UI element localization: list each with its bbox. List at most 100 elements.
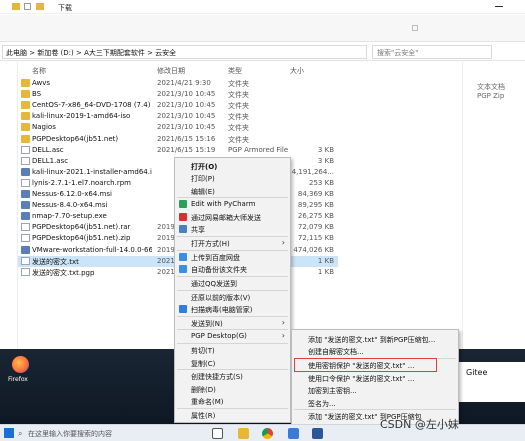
- file-size: 4,191,264...: [291, 167, 334, 176]
- menu-item-icon: [179, 225, 187, 233]
- search-placeholder: 搜索"云安全": [377, 49, 419, 57]
- file-row[interactable]: Awvs 2021/4/21 9:30 文件夹: [18, 78, 338, 89]
- menu-item-label: Edit with PyCharm: [191, 200, 256, 209]
- context-menu-item[interactable]: 编辑(E): [175, 185, 290, 197]
- start-icon[interactable]: [4, 428, 14, 438]
- pgp-submenu-item[interactable]: 使用口令保护 "发送的密文.txt" ...: [292, 372, 458, 384]
- file-name: Nessus-6.12.0-x64.msi: [32, 190, 112, 198]
- address-bar[interactable]: 此电脑 > 新加卷 (D:) > A大三下期配套软件 > 云安全: [2, 45, 367, 59]
- installer-icon: [21, 190, 30, 198]
- context-menu-item[interactable]: 创建快捷方式(S): [175, 370, 290, 382]
- context-menu-item[interactable]: 扫描病毒(电脑管家): [175, 303, 290, 315]
- column-header: 名称 修改日期 类型 大小: [18, 64, 338, 76]
- file-row[interactable]: PGPDesktop64(jb51.net) 2021/6/15 15:16 文件夹: [18, 134, 338, 145]
- menu-item-icon: [179, 200, 187, 209]
- explorer-taskbar-icon[interactable]: [238, 428, 249, 439]
- search-magnifier-icon: ⌕: [18, 429, 23, 438]
- context-menu-item[interactable]: 复制(C): [175, 357, 290, 369]
- menu-item-label: 还原以前的版本(V): [191, 293, 251, 302]
- file-name: DELL1.asc: [32, 156, 69, 165]
- menu-item-icon: [179, 264, 187, 273]
- menu-item-label: 打印(P): [191, 175, 215, 184]
- column-name[interactable]: 名称: [32, 66, 46, 76]
- context-menu-item[interactable]: 打开方式(H) ›: [175, 237, 290, 249]
- folder-icon: [12, 3, 20, 10]
- minimize-icon[interactable]: [495, 6, 503, 7]
- column-size[interactable]: 大小: [290, 66, 304, 76]
- gitee-window-fragment: Gitee: [458, 362, 525, 402]
- quick-access-check-icon[interactable]: [24, 3, 31, 10]
- context-menu-item[interactable]: 还原以前的版本(V): [175, 291, 290, 303]
- file-size: 89,295 KB: [297, 201, 334, 210]
- app-taskbar-icon[interactable]: [288, 428, 299, 439]
- chrome-taskbar-icon[interactable]: [262, 428, 273, 439]
- preview-line-2: PGP Zip: [477, 92, 505, 100]
- context-menu-item[interactable]: 通过网易邮箱大师发送: [175, 211, 290, 223]
- file-size: 1 KB: [317, 256, 334, 265]
- file-type: 文件夹: [228, 102, 249, 111]
- folder-icon: [21, 112, 30, 121]
- file-icon: [21, 178, 30, 187]
- context-menu-item[interactable]: 属性(R): [175, 409, 290, 421]
- context-menu-item[interactable]: 共享: [175, 223, 290, 235]
- context-menu-item[interactable]: 重命名(M): [175, 395, 290, 407]
- file-icon: [21, 145, 30, 154]
- installer-icon: [21, 212, 30, 221]
- file-row[interactable]: BS 2021/3/10 10:45 文件夹: [18, 89, 338, 100]
- folder-icon: [21, 79, 30, 87]
- file-type: 文件夹: [228, 80, 249, 88]
- app2-taskbar-icon[interactable]: [312, 428, 323, 439]
- file-row[interactable]: kali-linux-2019-1-amd64-iso 2021/3/10 10:…: [18, 111, 338, 122]
- file-date: 2021/3/10 10:45: [157, 101, 216, 110]
- taskbar: ⌕ 在这里输入你要搜索的内容 CSDN @左小妹: [0, 418, 525, 441]
- pgp-submenu-item[interactable]: 创建自解密文档...: [292, 345, 458, 357]
- file-name: nmap-7.70-setup.exe: [32, 212, 107, 221]
- taskbar-search[interactable]: ⌕ 在这里输入你要搜索的内容: [18, 427, 188, 440]
- pgp-submenu-item[interactable]: 加密到主密钥...: [292, 384, 458, 396]
- context-menu-item[interactable]: 自动备份该文件夹: [175, 263, 290, 275]
- ribbon-toolbar: [0, 15, 525, 42]
- context-menu-item[interactable]: Edit with PyCharm: [175, 198, 290, 210]
- watermark: CSDN @左小妹: [380, 418, 459, 431]
- menu-item-label: 共享: [191, 226, 205, 234]
- title-bar: 下载: [0, 0, 525, 14]
- context-menu: 打开(O) 打印(P) 编辑(E) Edit with PyCharm 通过网易邮箱大师…: [174, 157, 291, 423]
- context-menu-item[interactable]: 发送到(N) ›: [175, 317, 290, 329]
- context-menu-item[interactable]: 删除(D): [175, 383, 290, 395]
- menu-item-label: 属性(R): [191, 411, 216, 420]
- context-menu-item[interactable]: 剪切(T): [175, 344, 290, 356]
- column-date[interactable]: 修改日期: [157, 66, 185, 76]
- file-row[interactable]: CentOS-7-x86_64-DVD-1708 (7.4) 2021/3/10 …: [18, 100, 338, 111]
- pgp-submenu-item[interactable]: 添加 "发送的密文.txt" 到新PGP压缩包...: [292, 333, 458, 345]
- preview-line-1: 文本文档: [477, 83, 505, 91]
- task-view-icon[interactable]: [212, 428, 223, 439]
- file-name: Nessus-8.4.0-x64.msi: [32, 201, 108, 210]
- file-name: PGPDesktop64(jb51.net).zip: [32, 234, 131, 243]
- file-row[interactable]: Nagios 2021/3/10 10:45 文件夹: [18, 122, 338, 133]
- menu-item-label: 剪切(T): [191, 347, 215, 356]
- installer-icon: [21, 201, 30, 210]
- gitee-label: Gitee: [466, 368, 488, 377]
- column-type[interactable]: 类型: [228, 66, 242, 76]
- folder-icon: [21, 101, 30, 110]
- context-menu-item[interactable]: 打开(O): [175, 160, 290, 172]
- context-menu-item[interactable]: 打印(P): [175, 172, 290, 184]
- pgp-submenu-item[interactable]: 签名为...: [292, 397, 458, 409]
- context-menu-item[interactable]: 上传到百度网盘: [175, 251, 290, 263]
- navigation-pane[interactable]: [0, 62, 18, 349]
- context-menu-item[interactable]: PGP Desktop(G) ›: [175, 330, 290, 342]
- quick-access-folder-icon[interactable]: [36, 3, 44, 10]
- file-name: Awvs: [32, 79, 51, 87]
- chevron-right-icon: ›: [281, 237, 285, 247]
- context-menu-item[interactable]: 通过QQ发送到: [175, 277, 290, 289]
- search-input[interactable]: 搜索"云安全": [372, 45, 492, 59]
- breadcrumb[interactable]: 此电脑 > 新加卷 (D:) > A大三下期配套软件 > 云安全: [6, 48, 176, 58]
- file-name: Nagios: [32, 123, 56, 132]
- file-icon: [21, 267, 30, 276]
- file-name: PGPDesktop64(jb51.net).rar: [32, 223, 131, 232]
- folder-icon: [21, 90, 30, 99]
- firefox-desktop-icon[interactable]: Firefox: [8, 356, 34, 386]
- file-row[interactable]: DELL.asc 2021/6/15 15:19 PGP Armored File 3…: [18, 145, 338, 156]
- file-size: 253 KB: [309, 178, 334, 187]
- highlight-box: [294, 358, 437, 373]
